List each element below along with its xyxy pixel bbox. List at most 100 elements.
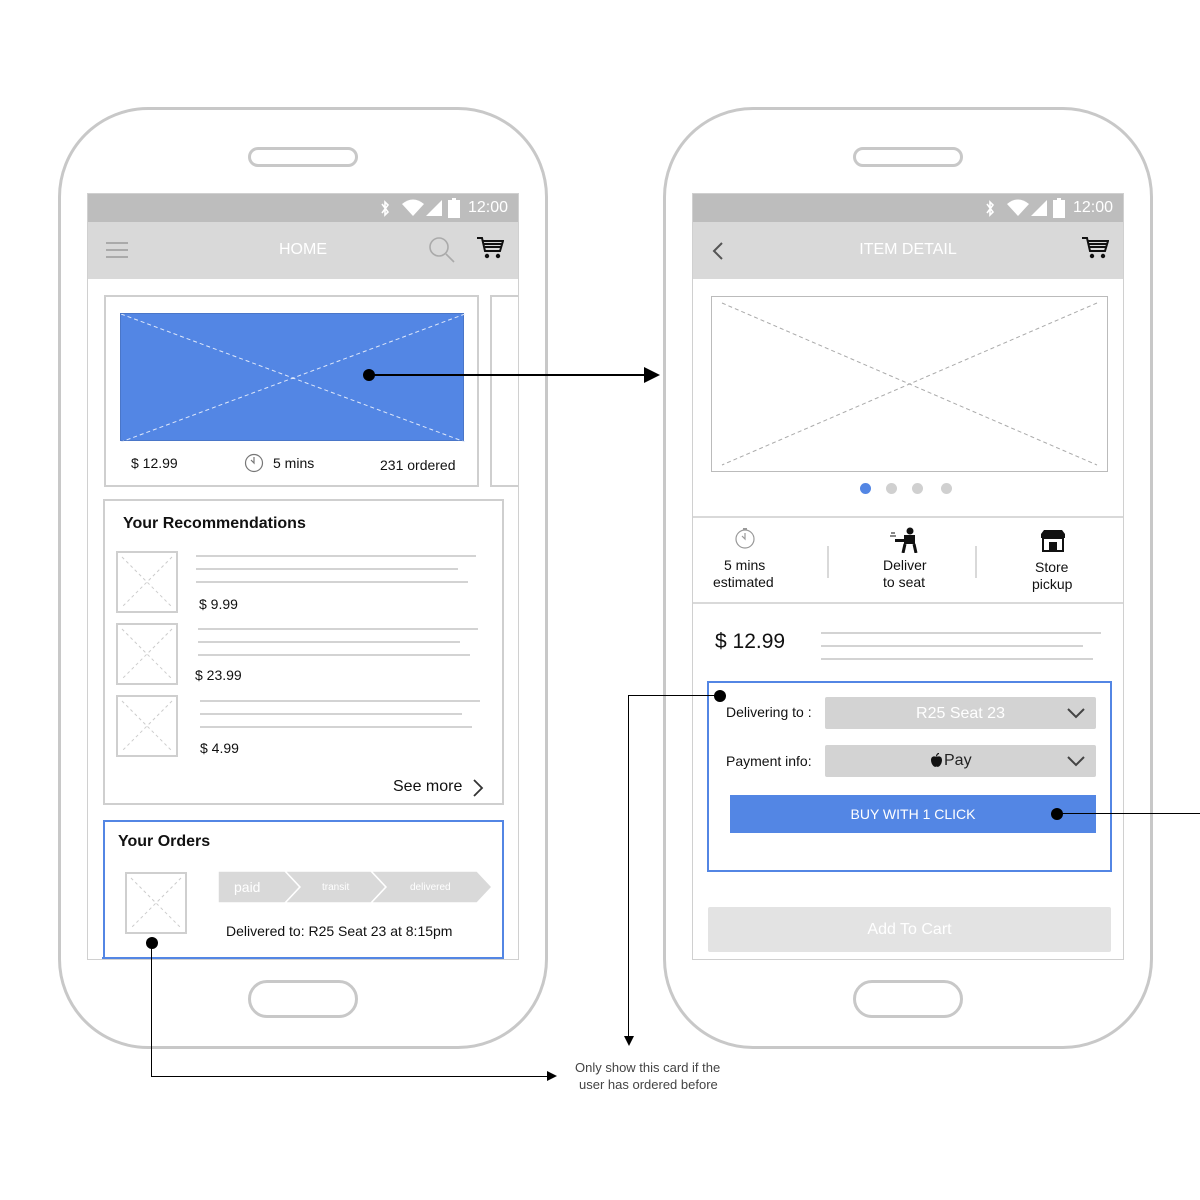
delivery-seat-select[interactable]: R25 Seat 23 xyxy=(825,697,1096,729)
connector-dot xyxy=(146,937,158,949)
add-to-cart-button[interactable]: Add To Cart xyxy=(708,907,1111,952)
featured-item-image[interactable] xyxy=(120,313,466,443)
carousel-dot-active[interactable] xyxy=(860,483,871,494)
delivery-person-icon[interactable] xyxy=(890,527,922,553)
item-price: $ 12.99 xyxy=(715,630,786,653)
chevron-right-icon[interactable] xyxy=(472,779,484,797)
connector-line xyxy=(151,943,152,1076)
payment-label: Payment info: xyxy=(726,753,812,769)
status-time: 12:00 xyxy=(467,199,508,216)
orders-card[interactable]: Your Orders paid transit delivered Deliv… xyxy=(103,820,504,959)
text-placeholder-line xyxy=(198,654,470,656)
image-placeholder-icon xyxy=(120,313,466,443)
bluetooth-icon xyxy=(986,200,995,217)
cart-icon[interactable] xyxy=(1081,236,1109,260)
order-thumbnail[interactable] xyxy=(125,872,187,934)
text-placeholder-line xyxy=(821,632,1101,634)
signal-icon xyxy=(1031,200,1047,216)
connector-line xyxy=(628,695,720,696)
option-estimate-line1: 5 mins xyxy=(724,557,766,573)
text-placeholder-line xyxy=(821,658,1093,660)
timer-icon xyxy=(735,528,755,549)
text-placeholder-line xyxy=(200,713,462,715)
right-phone-home-button[interactable] xyxy=(853,980,963,1018)
item-image[interactable] xyxy=(711,296,1108,472)
carousel-dot[interactable] xyxy=(941,483,952,494)
carousel-dot[interactable] xyxy=(912,483,923,494)
recommendation-price: $ 9.99 xyxy=(199,596,238,612)
text-placeholder-line xyxy=(200,700,480,702)
connector-dot xyxy=(1051,808,1063,820)
left-phone-speaker xyxy=(248,147,358,167)
store-icon[interactable] xyxy=(1040,530,1066,552)
arrowhead-down-icon xyxy=(624,1036,634,1046)
right-phone-speaker xyxy=(853,147,963,167)
connector-line xyxy=(369,374,647,376)
home-screen: 12:00 HOME $ 12.99 5 mins 231 ordered Yo… xyxy=(87,193,519,960)
left-phone-home-button[interactable] xyxy=(248,980,358,1018)
image-placeholder-icon xyxy=(121,628,173,680)
orders-card-bottom-border xyxy=(102,957,503,959)
image-placeholder-icon xyxy=(721,302,1098,466)
recommendation-price: $ 4.99 xyxy=(200,740,239,756)
item-detail-screen: 12:00 ITEM DETAIL 5 mins estimated Deliv… xyxy=(692,193,1124,960)
see-more-link[interactable]: See more xyxy=(393,778,462,796)
delivering-label: Delivering to : xyxy=(726,704,812,720)
home-app-bar: HOME xyxy=(88,222,518,279)
chevron-down-icon[interactable] xyxy=(1066,707,1086,719)
recommendation-thumbnail[interactable] xyxy=(116,623,178,685)
option-pickup-line2[interactable]: pickup xyxy=(1032,576,1072,592)
text-placeholder-line xyxy=(200,726,472,728)
buy-with-one-click-button[interactable]: BUY WITH 1 CLICK xyxy=(730,795,1096,833)
next-featured-card-peek[interactable] xyxy=(490,295,518,487)
arrowhead-right-icon xyxy=(547,1071,557,1081)
wifi-icon xyxy=(1007,199,1029,216)
annotation-note-line1: Only show this card if the xyxy=(575,1060,721,1075)
text-placeholder-line xyxy=(198,628,478,630)
text-placeholder-line xyxy=(196,568,458,570)
buy-button-label: BUY WITH 1 CLICK xyxy=(850,806,976,822)
recommendation-price: $ 23.99 xyxy=(195,667,242,683)
apple-logo-icon xyxy=(931,753,942,767)
status-bar: 12:00 xyxy=(88,194,518,222)
text-placeholder-line xyxy=(198,641,460,643)
arrowhead-right-icon xyxy=(644,367,660,383)
order-delivered-text: Delivered to: R25 Seat 23 at 8:15pm xyxy=(226,923,453,939)
payment-method-value: Pay xyxy=(944,752,972,769)
wifi-icon xyxy=(402,199,424,216)
option-estimate-line2: estimated xyxy=(713,574,774,590)
option-deliver-line2[interactable]: to seat xyxy=(883,574,925,590)
cart-icon[interactable] xyxy=(476,236,504,260)
recommendations-card: Your Recommendations $ 9.99 $ 23.99 $ 4.… xyxy=(103,499,504,805)
text-placeholder-line xyxy=(821,645,1083,647)
connector-line xyxy=(1057,813,1200,814)
image-placeholder-icon xyxy=(121,700,173,752)
featured-ordered-count: 231 ordered xyxy=(380,457,456,473)
divider xyxy=(693,516,1123,518)
featured-item-card[interactable]: $ 12.99 5 mins 231 ordered xyxy=(104,295,479,487)
orders-heading: Your Orders xyxy=(118,833,211,850)
status-bar: 12:00 xyxy=(693,194,1123,222)
page-title: ITEM DETAIL xyxy=(859,241,957,258)
image-placeholder-icon xyxy=(130,877,182,929)
connector-line xyxy=(628,695,629,1038)
recommendation-thumbnail[interactable] xyxy=(116,551,178,613)
add-to-cart-label: Add To Cart xyxy=(867,921,952,938)
search-icon[interactable] xyxy=(428,236,456,264)
text-placeholder-line xyxy=(196,555,476,557)
delivery-seat-value: R25 Seat 23 xyxy=(916,705,1005,722)
battery-icon xyxy=(448,198,460,218)
option-deliver-line1[interactable]: Deliver xyxy=(883,557,927,573)
carousel-dot[interactable] xyxy=(886,483,897,494)
featured-price: $ 12.99 xyxy=(131,455,178,471)
option-pickup-line1[interactable]: Store xyxy=(1035,559,1068,575)
payment-method-select[interactable]: Pay xyxy=(825,745,1096,777)
text-placeholder-line xyxy=(196,581,468,583)
divider xyxy=(693,602,1123,604)
option-divider xyxy=(827,546,829,578)
annotation-note-line2: user has ordered before xyxy=(579,1077,718,1092)
chevron-down-icon[interactable] xyxy=(1066,755,1086,767)
recommendation-thumbnail[interactable] xyxy=(116,695,178,757)
option-divider xyxy=(975,546,977,578)
image-placeholder-icon xyxy=(121,556,173,608)
